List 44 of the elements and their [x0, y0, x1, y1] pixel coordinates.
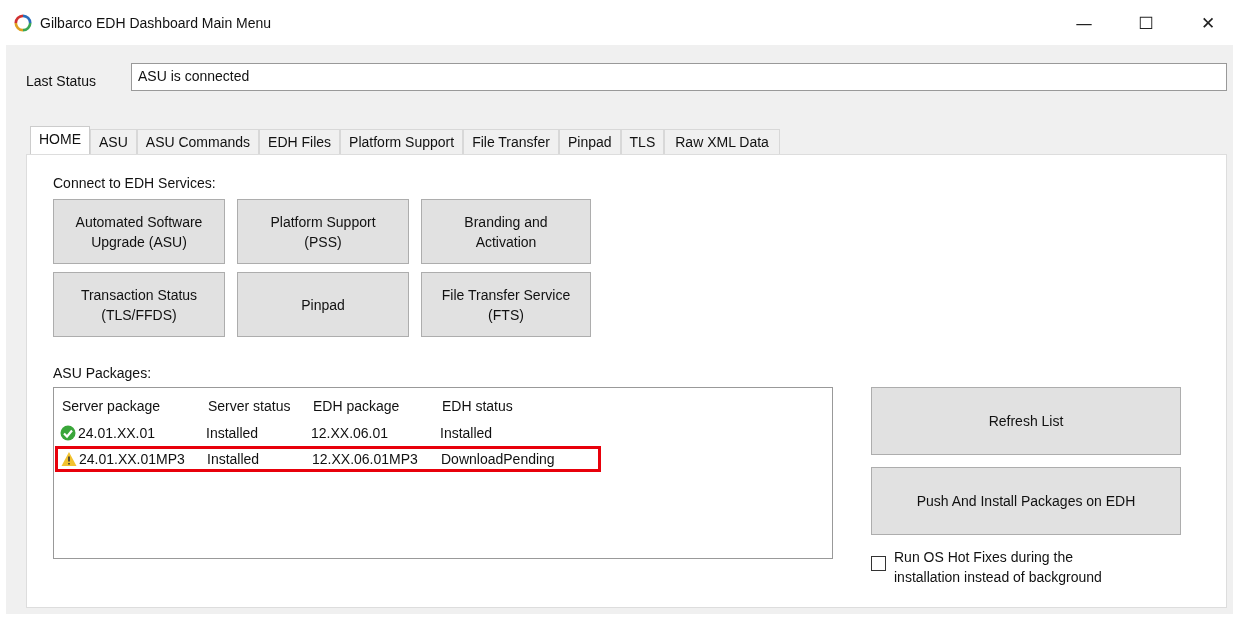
table-cell: 24.01.XX.01MP3 [79, 451, 185, 467]
action-button[interactable]: Refresh List [871, 387, 1181, 455]
field-label: Last Status [26, 72, 98, 89]
service-button[interactable]: Transaction Status (TLS/FFDS) [53, 272, 225, 337]
table-cell-text: Installed [439, 425, 494, 441]
column-header[interactable]: Server status [200, 398, 305, 414]
check-icon [60, 425, 76, 441]
table-cell-text: 12.XX.06.01MP3 [311, 451, 419, 467]
table-cell: 24.01.XX.01 [78, 425, 156, 441]
tab[interactable]: Pinpad [558, 129, 621, 154]
action-button[interactable]: Push And Install Packages on EDH [871, 467, 1181, 535]
table-cell-text: 12.XX.06.01 [310, 425, 390, 441]
list-row[interactable]: 24.01.XX.01 Installed 12.XX.06.01 Installed [54, 420, 832, 446]
tab[interactable]: ASU Commands [136, 129, 260, 154]
tab[interactable]: HOME [30, 126, 90, 154]
tab[interactable]: EDH Files [259, 129, 341, 154]
checkbox[interactable] [871, 556, 886, 571]
service-button[interactable]: Automated Software Upgrade (ASU) [53, 199, 225, 264]
service-button[interactable]: Branding and Activation [421, 199, 591, 264]
tab[interactable]: ASU [90, 129, 137, 154]
table-cell-text: DownloadPending [440, 451, 556, 467]
window-title: Gilbarco EDH Dashboard Main Menu [40, 14, 272, 31]
service-button[interactable]: File Transfer Service (FTS) [421, 272, 591, 337]
window-control-button[interactable]: ☐ [1115, 2, 1177, 43]
service-button[interactable]: Pinpad [237, 272, 409, 337]
window-control-button[interactable]: ✕ [1177, 2, 1239, 43]
column-header[interactable]: EDH status [434, 398, 592, 414]
highlighted-row[interactable]: 24.01.XX.01MP3 Installed 12.XX.06.01MP3 DownloadPending [55, 446, 601, 472]
tab[interactable]: Raw XML Data [664, 129, 780, 154]
warning-icon [61, 451, 77, 467]
status-field[interactable]: ASU is connected [131, 63, 1227, 91]
window-control-button[interactable]: — [1053, 2, 1115, 43]
checkbox-label[interactable]: Run OS Hot Fixes during the installation instead of background [894, 547, 1124, 587]
table-cell-text: Installed [205, 425, 260, 441]
tab[interactable]: TLS [620, 129, 665, 154]
service-button[interactable]: Platform Support (PSS) [237, 199, 409, 264]
app-logo-icon [14, 13, 32, 32]
section-label: ASU Packages: [53, 365, 152, 381]
tab[interactable]: Platform Support [340, 129, 464, 154]
column-header[interactable]: EDH package [305, 398, 434, 414]
section-label: Connect to EDH Services: [53, 175, 216, 191]
table-cell-text: Installed [206, 451, 261, 467]
tab[interactable]: File Transfer [463, 129, 559, 154]
column-header[interactable]: Server package [54, 398, 200, 414]
